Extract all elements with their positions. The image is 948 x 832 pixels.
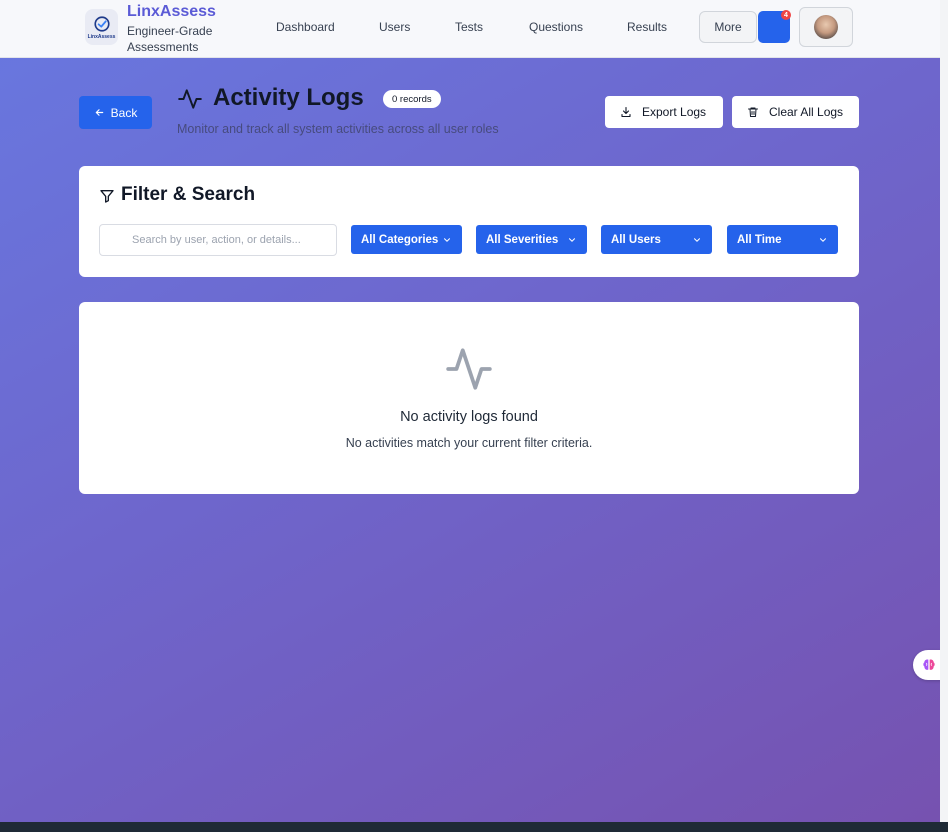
user-select-value: All Users	[611, 233, 661, 246]
severity-select[interactable]: All Severities	[476, 225, 587, 254]
window-frame-bottom	[0, 822, 948, 832]
chevron-down-icon	[568, 237, 576, 242]
top-navbar: LinxAssess LinxAssess Engineer-Grade Ass…	[0, 0, 940, 58]
export-logs-label: Export Logs	[642, 105, 707, 119]
chevron-down-icon	[819, 237, 827, 242]
avatar	[814, 15, 838, 39]
user-select[interactable]: All Users	[601, 225, 712, 254]
page-title: Activity Logs	[213, 84, 364, 111]
time-select[interactable]: All Time	[727, 225, 838, 254]
assistant-widget-button[interactable]	[913, 650, 940, 680]
app-window: LinxAssess LinxAssess Engineer-Grade Ass…	[0, 0, 940, 822]
export-logs-button[interactable]: Export Logs	[605, 96, 723, 128]
brand-tagline: Engineer-Grade Assessments	[127, 24, 213, 54]
back-label: Back	[110, 105, 138, 120]
records-count-badge: 0 records	[383, 90, 441, 108]
category-select[interactable]: All Categories	[351, 225, 462, 254]
nav-link-users[interactable]: Users	[379, 20, 410, 34]
chevron-down-icon	[693, 237, 701, 242]
page-subtitle: Monitor and track all system activities …	[177, 122, 499, 136]
nav-link-questions[interactable]: Questions	[529, 20, 583, 34]
time-select-value: All Time	[737, 233, 782, 246]
arrow-left-icon	[95, 109, 103, 116]
download-icon	[621, 106, 631, 118]
app-logo[interactable]: LinxAssess	[85, 9, 118, 45]
chevron-down-icon	[443, 237, 451, 242]
activity-pulse-icon	[446, 348, 492, 390]
severity-select-value: All Severities	[486, 233, 559, 246]
category-select-value: All Categories	[361, 233, 439, 246]
clear-all-logs-button[interactable]: Clear All Logs	[732, 96, 859, 128]
logo-text: LinxAssess	[87, 33, 116, 40]
activity-pulse-icon	[178, 89, 202, 109]
brand-name[interactable]: LinxAssess	[127, 3, 216, 21]
filter-card: Filter & Search All Categories All Sever…	[79, 166, 859, 277]
window-frame-right	[940, 0, 948, 832]
clear-all-logs-label: Clear All Logs	[769, 105, 844, 119]
activity-log-list: No activity logs found No activities mat…	[79, 302, 859, 494]
filter-funnel-icon	[100, 190, 114, 203]
check-circle-logo-icon	[93, 15, 110, 32]
more-menu-button[interactable]: More	[699, 11, 757, 43]
filter-title: Filter & Search	[121, 184, 256, 205]
nav-link-tests[interactable]: Tests	[455, 20, 483, 34]
search-input[interactable]	[99, 224, 337, 256]
back-button[interactable]: Back	[79, 96, 152, 129]
trash-icon	[748, 107, 758, 117]
brain-icon	[923, 659, 935, 670]
user-menu-button[interactable]	[799, 7, 853, 47]
more-label: More	[714, 20, 742, 34]
nav-link-dashboard[interactable]: Dashboard	[276, 20, 335, 34]
empty-state-description: No activities match your current filter …	[345, 436, 593, 450]
empty-state-title: No activity logs found	[400, 409, 538, 425]
nav-link-results[interactable]: Results	[627, 20, 667, 34]
notification-count-badge: 4	[781, 10, 791, 20]
